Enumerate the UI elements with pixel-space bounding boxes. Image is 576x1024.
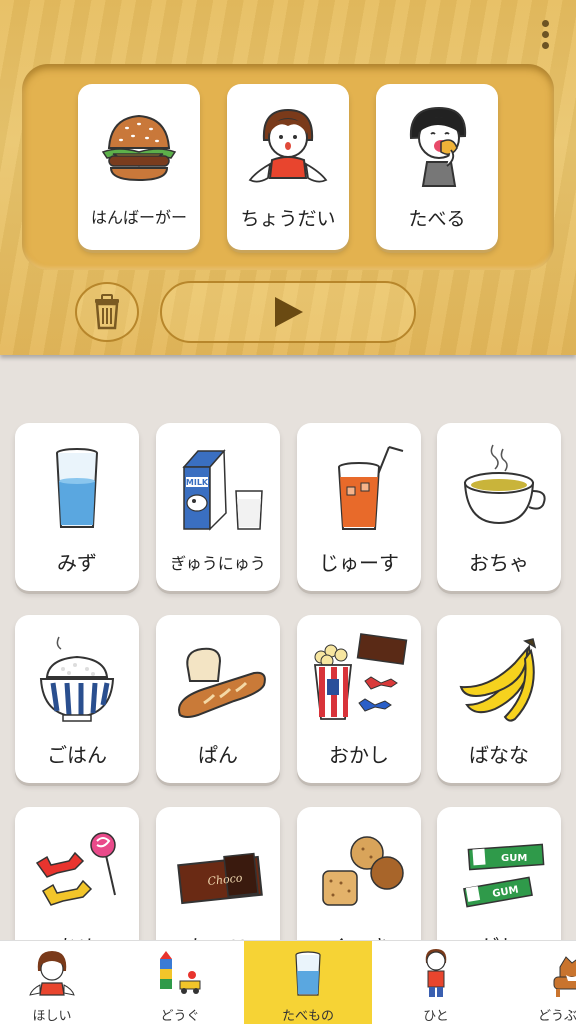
snacks-icon xyxy=(313,633,408,720)
banana-icon xyxy=(459,638,537,722)
play-icon xyxy=(275,297,303,327)
word-card-chocolate[interactable]: Choco ちょこ xyxy=(156,807,280,940)
word-card-label: あめ xyxy=(57,931,97,940)
svg-text:MILK: MILK xyxy=(186,478,209,487)
people-icon xyxy=(425,949,447,997)
gum-icon: GUM GUM xyxy=(463,843,545,908)
tab-tools[interactable]: どうぐ xyxy=(116,941,244,1024)
play-button[interactable] xyxy=(160,281,416,343)
more-vertical-icon[interactable] xyxy=(540,20,550,52)
clear-button[interactable] xyxy=(75,282,139,342)
want-person-icon xyxy=(29,951,75,996)
tab-food[interactable]: たべもの xyxy=(244,941,372,1024)
word-card-bread[interactable]: ぱん xyxy=(156,615,280,783)
word-card-gum[interactable]: GUM GUM がむ xyxy=(437,807,561,940)
word-card-juice[interactable]: じゅーす xyxy=(297,423,421,591)
word-card-rice[interactable]: ごはん xyxy=(15,615,139,783)
category-tab-bar: ほしい どうぐ たべもの ひと どうぶ xyxy=(0,940,576,1024)
sentence-card-give-me[interactable]: ちょうだい xyxy=(227,84,349,250)
word-card-milk[interactable]: MILK ぎゅうにゅう xyxy=(156,423,280,591)
word-card-tea[interactable]: おちゃ xyxy=(437,423,561,591)
word-card-label: みず xyxy=(57,551,97,575)
juice-glass-icon xyxy=(338,446,404,530)
rice-bowl-icon xyxy=(39,636,115,722)
sentence-card-label: ちょうだい xyxy=(240,208,336,230)
eating-person-icon xyxy=(409,106,467,187)
word-card-label: おかし xyxy=(329,743,389,767)
tab-label: どうぐ xyxy=(160,1009,200,1024)
word-card-label: おちゃ xyxy=(469,551,529,575)
sentence-card-label: はんばーがー xyxy=(90,208,187,227)
word-card-water[interactable]: みず xyxy=(15,423,139,591)
word-card-label: くっき xyxy=(329,931,389,940)
word-card-banana[interactable]: ばなな xyxy=(437,615,561,783)
tab-want[interactable]: ほしい xyxy=(0,941,116,1024)
tab-label: たべもの xyxy=(281,1009,334,1024)
tools-toys-icon xyxy=(160,951,201,994)
word-card-cookie[interactable]: くっき xyxy=(297,807,421,940)
word-card-label: ばなな xyxy=(469,743,529,767)
word-card-snacks[interactable]: おかし xyxy=(297,615,421,783)
tab-people[interactable]: ひと xyxy=(372,941,500,1024)
dog-icon xyxy=(553,956,576,997)
food-glass-icon xyxy=(295,951,321,996)
tab-label: ひと xyxy=(423,1009,449,1024)
sentence-card-eat[interactable]: たべる xyxy=(376,84,498,250)
word-card-label: ちょこ xyxy=(188,931,248,940)
sentence-card-label: たべる xyxy=(408,208,466,230)
tab-label: どうぶつ xyxy=(537,1009,576,1024)
tab-label: ほしい xyxy=(32,1009,72,1024)
candy-icon xyxy=(35,832,116,906)
tea-cup-icon xyxy=(463,444,546,525)
trash-icon xyxy=(95,294,119,330)
word-card-label: ごはん xyxy=(47,743,107,767)
word-grid: みず MILK ぎゅうにゅう じゅーす おちゃ ごはん ぱん おかし ばなな C… xyxy=(0,355,576,940)
word-card-label: じゅーす xyxy=(319,551,399,575)
word-card-candy[interactable]: あめ xyxy=(15,807,139,940)
hamburger-icon xyxy=(101,114,177,182)
word-card-label: がむ xyxy=(479,931,519,940)
sentence-panel: はんばーがー ちょうだい たべる xyxy=(0,0,576,355)
cookie-icon xyxy=(322,836,404,906)
milk-carton-icon: MILK xyxy=(182,449,263,531)
word-card-label: ぱん xyxy=(198,743,238,767)
svg-text:GUM: GUM xyxy=(501,853,527,864)
tab-animals[interactable]: どうぶつ xyxy=(500,941,576,1024)
chocolate-icon: Choco xyxy=(177,852,263,905)
give-me-person-icon xyxy=(248,108,328,183)
word-card-label: ぎゅうにゅう xyxy=(170,554,266,573)
sentence-card-hamburger[interactable]: はんばーがー xyxy=(78,84,200,250)
bread-icon xyxy=(178,647,266,718)
water-glass-icon xyxy=(56,448,98,528)
